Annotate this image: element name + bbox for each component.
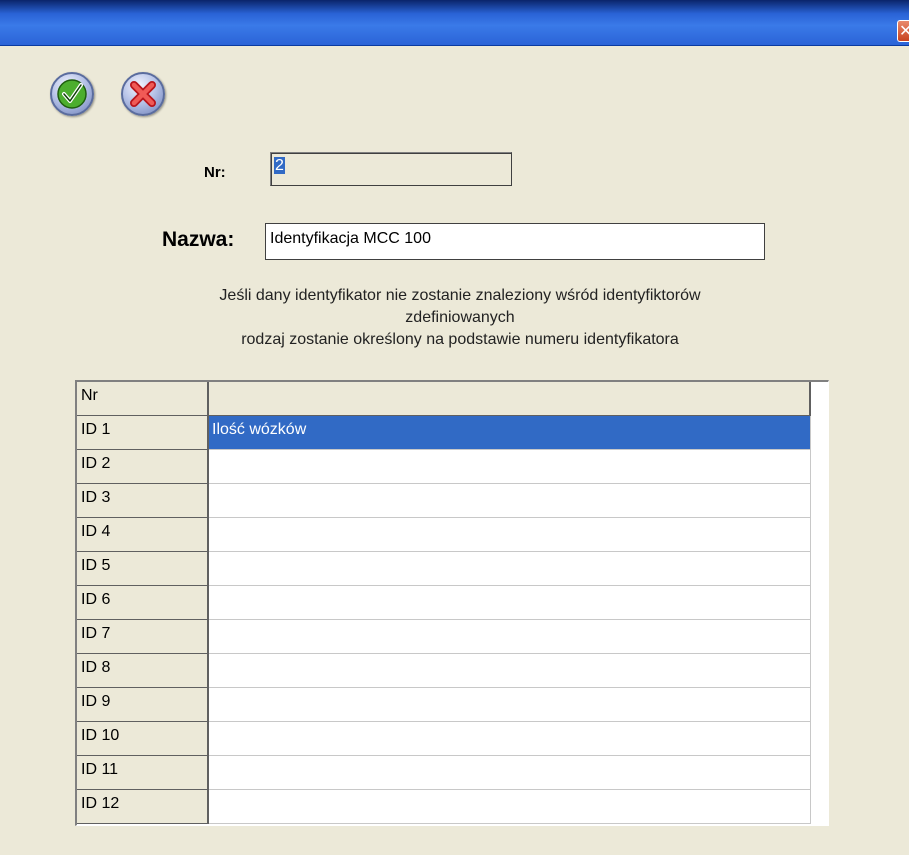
id-grid[interactable]: Nr ID 1 Ilość wózków ID 2 ID 3 ID 4 ID 5… xyxy=(75,380,829,826)
table-row[interactable]: ID 12 xyxy=(77,790,811,824)
table-row[interactable]: ID 6 xyxy=(77,586,811,620)
row-value-cell[interactable] xyxy=(209,722,811,756)
close-icon: ✕ xyxy=(899,22,909,40)
row-header[interactable]: ID 4 xyxy=(77,518,209,552)
cancel-x-icon xyxy=(130,81,156,107)
nr-field[interactable]: 2 xyxy=(270,152,512,186)
table-row[interactable]: ID 10 xyxy=(77,722,811,756)
dialog-window: ✕ Nr: 2 Nazwa: Identyfikacja MCC 100 Jeś… xyxy=(0,0,909,855)
table-row[interactable]: ID 1 Ilość wózków xyxy=(77,416,811,450)
nazwa-label: Nazwa: xyxy=(162,228,235,251)
row-value-cell[interactable] xyxy=(209,484,811,518)
row-header[interactable]: ID 11 xyxy=(77,756,209,790)
row-header[interactable]: ID 5 xyxy=(77,552,209,586)
column-header-nr[interactable]: Nr xyxy=(77,382,209,416)
row-value-cell[interactable] xyxy=(209,518,811,552)
row-value-cell[interactable] xyxy=(209,790,811,824)
table-row[interactable]: ID 5 xyxy=(77,552,811,586)
row-value-cell[interactable] xyxy=(209,654,811,688)
grid-header-row: Nr xyxy=(77,382,811,416)
row-header[interactable]: ID 1 xyxy=(77,416,209,450)
table-row[interactable]: ID 9 xyxy=(77,688,811,722)
row-value-cell[interactable]: Ilość wózków xyxy=(209,416,811,450)
ok-button[interactable] xyxy=(50,72,94,116)
row-header[interactable]: ID 2 xyxy=(77,450,209,484)
table-row[interactable]: ID 8 xyxy=(77,654,811,688)
info-line-1: Jeśli dany identyfikator nie zostanie zn… xyxy=(219,287,701,304)
nr-value: 2 xyxy=(274,157,285,174)
row-header[interactable]: ID 9 xyxy=(77,688,209,722)
nr-label: Nr: xyxy=(204,164,226,181)
table-row[interactable]: ID 4 xyxy=(77,518,811,552)
checkmark-icon xyxy=(57,79,87,109)
row-header[interactable]: ID 12 xyxy=(77,790,209,824)
row-header[interactable]: ID 6 xyxy=(77,586,209,620)
row-value-cell[interactable] xyxy=(209,450,811,484)
row-value-cell[interactable] xyxy=(209,688,811,722)
row-value-cell[interactable] xyxy=(209,586,811,620)
nazwa-input[interactable]: Identyfikacja MCC 100 xyxy=(265,223,765,260)
table-row[interactable]: ID 2 xyxy=(77,450,811,484)
row-header[interactable]: ID 10 xyxy=(77,722,209,756)
info-line-3: rodzaj zostanie określony na podstawie n… xyxy=(241,331,679,348)
title-bar[interactable]: ✕ xyxy=(0,0,909,46)
row-header[interactable]: ID 8 xyxy=(77,654,209,688)
cancel-button[interactable] xyxy=(121,72,165,116)
table-row[interactable]: ID 3 xyxy=(77,484,811,518)
column-header-value[interactable] xyxy=(209,382,811,416)
row-header[interactable]: ID 7 xyxy=(77,620,209,654)
row-value-cell[interactable] xyxy=(209,756,811,790)
info-line-2: zdefiniowanych xyxy=(405,309,515,326)
table-row[interactable]: ID 7 xyxy=(77,620,811,654)
row-value-cell[interactable] xyxy=(209,552,811,586)
table-row[interactable]: ID 11 xyxy=(77,756,811,790)
row-header[interactable]: ID 3 xyxy=(77,484,209,518)
close-button[interactable]: ✕ xyxy=(897,20,909,42)
row-value-cell[interactable] xyxy=(209,620,811,654)
info-text: Jeśli dany identyfikator nie zostanie zn… xyxy=(90,285,830,351)
